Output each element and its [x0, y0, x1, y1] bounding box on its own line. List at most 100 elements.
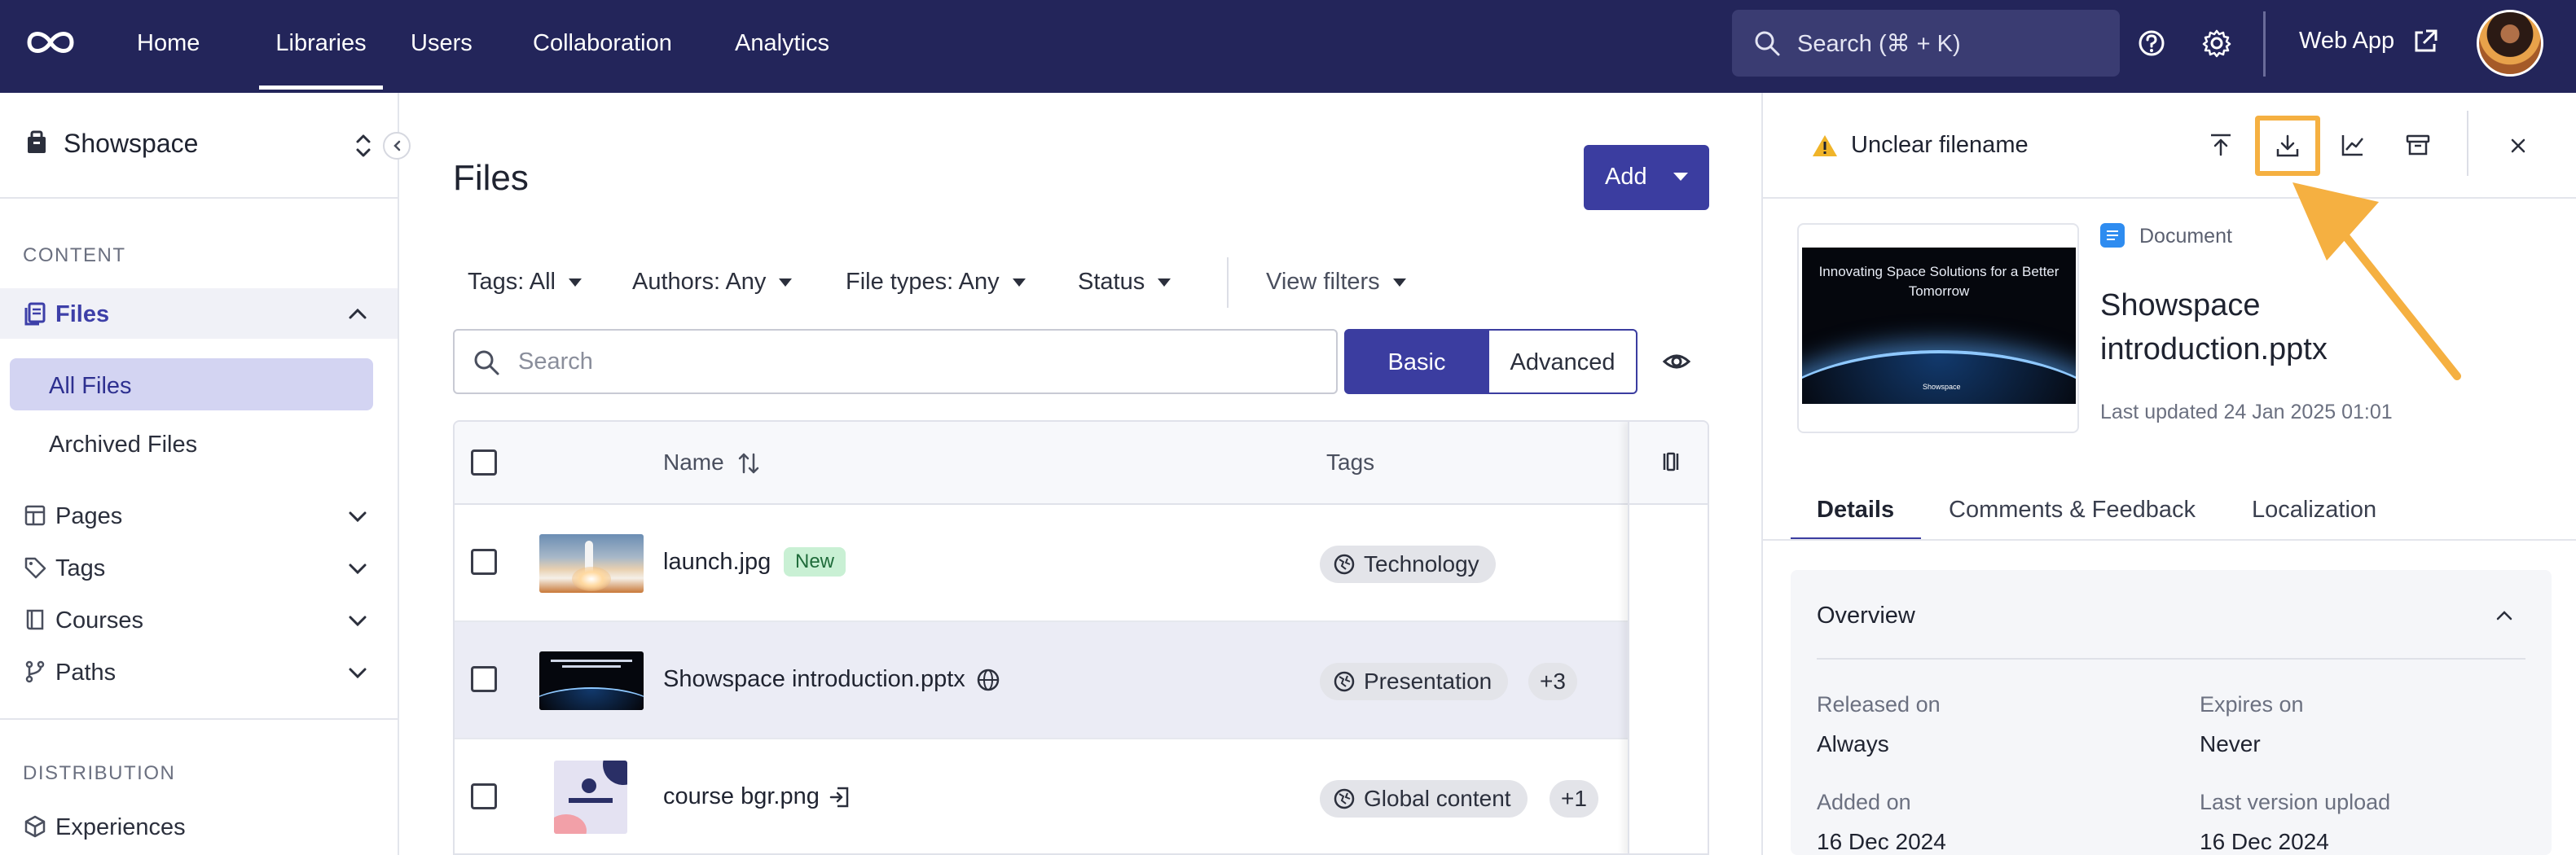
filter-label: Status [1078, 269, 1145, 295]
column-header-name[interactable]: Name [663, 449, 724, 476]
infinity-logo-icon[interactable] [24, 24, 77, 60]
tab-localization[interactable]: Localization [2252, 497, 2376, 524]
tag-label: Global content [1364, 786, 1511, 811]
select-all-checkbox[interactable] [471, 449, 497, 476]
caret-down-icon [1158, 278, 1172, 287]
columns-icon[interactable] [1659, 449, 1683, 474]
nav-home[interactable]: Home [137, 0, 200, 90]
sidebar-item-label: Paths [55, 660, 116, 686]
sidebar: Showspace CONTENT Files All Files Archiv… [0, 93, 399, 855]
eye-icon[interactable] [1662, 347, 1691, 376]
search-icon [474, 350, 499, 375]
global-search-placeholder: Search (⌘ + K) [1797, 31, 1961, 57]
file-thumbnail [539, 534, 644, 593]
added-on-label: Added on [1817, 790, 1911, 814]
archive-icon [2406, 134, 2430, 156]
filter-divider [1227, 257, 1229, 308]
panel-header-divider [1763, 197, 2576, 199]
file-search-input[interactable] [518, 345, 1317, 378]
section-label-distribution: DISTRIBUTION [23, 762, 176, 784]
sidebar-item-experiences[interactable]: Experiences [0, 801, 398, 852]
tag-chip[interactable]: Technology [1320, 546, 1496, 583]
sidebar-divider [0, 197, 398, 199]
workspace-name[interactable]: Showspace [64, 129, 198, 159]
add-button[interactable]: Add [1584, 145, 1709, 210]
download-button[interactable] [2255, 116, 2320, 176]
global-tag-icon [1334, 671, 1355, 692]
chevron-down-icon[interactable] [345, 609, 370, 632]
row-checkbox[interactable] [471, 783, 497, 809]
tab-comments-feedback[interactable]: Comments & Feedback [1949, 497, 2196, 524]
overview-title[interactable]: Overview [1817, 603, 1915, 629]
search-mode-label: Basic [1387, 349, 1446, 375]
chevron-down-icon[interactable] [345, 505, 370, 528]
tag-chip[interactable]: Presentation [1320, 663, 1509, 700]
table-row[interactable]: launch.jpg New Technology [455, 505, 1628, 622]
archive-button[interactable] [2400, 127, 2436, 163]
sidebar-item-pages[interactable]: Pages [0, 490, 398, 541]
close-icon[interactable] [2506, 134, 2530, 158]
web-app-link[interactable]: Web App [2299, 28, 2394, 55]
global-search-box[interactable]: Search (⌘ + K) [1732, 10, 2120, 77]
external-link-icon[interactable] [2411, 28, 2439, 55]
search-mode-basic[interactable]: Basic [1344, 329, 1489, 394]
slide-thumbnail: Innovating Space Solutions for a Better … [1802, 248, 2076, 404]
file-preview[interactable]: Innovating Space Solutions for a Better … [1797, 223, 2079, 433]
chevron-down-icon[interactable] [345, 557, 370, 580]
view-filters-dropdown[interactable]: View filters [1266, 269, 1406, 296]
nav-users[interactable]: Users [411, 0, 473, 90]
expires-on-label: Expires on [2200, 692, 2304, 717]
nav-analytics[interactable]: Analytics [735, 0, 829, 90]
filter-tags[interactable]: Tags: All [468, 269, 582, 296]
tabs-divider [1763, 539, 2576, 541]
sidebar-item-all-files[interactable]: All Files [10, 358, 373, 410]
chevron-up-icon[interactable] [2493, 606, 2516, 625]
workspace-icon [28, 130, 46, 153]
help-icon[interactable] [2136, 28, 2167, 59]
table-row[interactable]: course bgr.png Global content +1 [455, 739, 1628, 853]
filter-status[interactable]: Status [1078, 269, 1172, 296]
search-mode-advanced[interactable]: Advanced [1488, 329, 1637, 394]
nav-collaboration[interactable]: Collaboration [533, 0, 672, 90]
tab-details[interactable]: Details [1817, 497, 1894, 524]
tag-chip[interactable]: Global content [1320, 780, 1528, 818]
filter-authors[interactable]: Authors: Any [632, 269, 793, 296]
user-avatar[interactable] [2477, 10, 2543, 77]
sidebar-item-tags[interactable]: Tags [0, 542, 398, 593]
file-name[interactable]: Showspace introduction.pptx [663, 666, 965, 693]
warning-text: Unclear filename [1851, 132, 2029, 158]
sidebar-item-paths[interactable]: Paths [0, 647, 398, 697]
chevron-up-icon[interactable] [345, 303, 370, 326]
workspace-switch-icon[interactable] [354, 132, 373, 160]
sidebar-item-label: Tags [55, 555, 106, 581]
file-name[interactable]: course bgr.png [663, 783, 820, 810]
sidebar-item-archived-files[interactable]: Archived Files [10, 417, 373, 469]
file-search-box [453, 329, 1338, 394]
row-checkbox[interactable] [471, 549, 497, 575]
import-icon [829, 787, 849, 808]
slide-logo: Showspace [1923, 383, 1961, 391]
sidebar-item-files[interactable]: Files [0, 288, 398, 339]
sidebar-item-courses[interactable]: Courses [0, 594, 398, 645]
table-row[interactable]: Showspace introduction.pptx Presentation… [455, 622, 1628, 739]
global-tag-icon [1334, 788, 1355, 809]
sidebar-collapse-button[interactable] [383, 132, 411, 160]
row-checkbox[interactable] [471, 666, 497, 692]
file-name[interactable]: launch.jpg [663, 549, 771, 576]
gear-icon[interactable] [2201, 28, 2232, 59]
filter-label: View filters [1266, 269, 1380, 295]
slide-planet-arc [1802, 350, 2076, 404]
more-tags-badge[interactable]: +1 [1550, 780, 1598, 818]
sort-icon[interactable] [736, 451, 761, 476]
cube-icon [24, 815, 46, 838]
column-header-tags: Tags [1326, 449, 1375, 475]
file-thumbnail [539, 651, 644, 710]
chevron-down-icon[interactable] [345, 661, 370, 684]
pages-icon [24, 505, 46, 526]
nav-libraries[interactable]: Libraries [259, 0, 383, 90]
filter-file-types[interactable]: File types: Any [846, 269, 1026, 296]
analytics-button[interactable] [2335, 127, 2371, 163]
upload-button[interactable] [2203, 127, 2239, 163]
more-tags-badge[interactable]: +3 [1528, 663, 1577, 700]
paths-icon [25, 660, 45, 683]
